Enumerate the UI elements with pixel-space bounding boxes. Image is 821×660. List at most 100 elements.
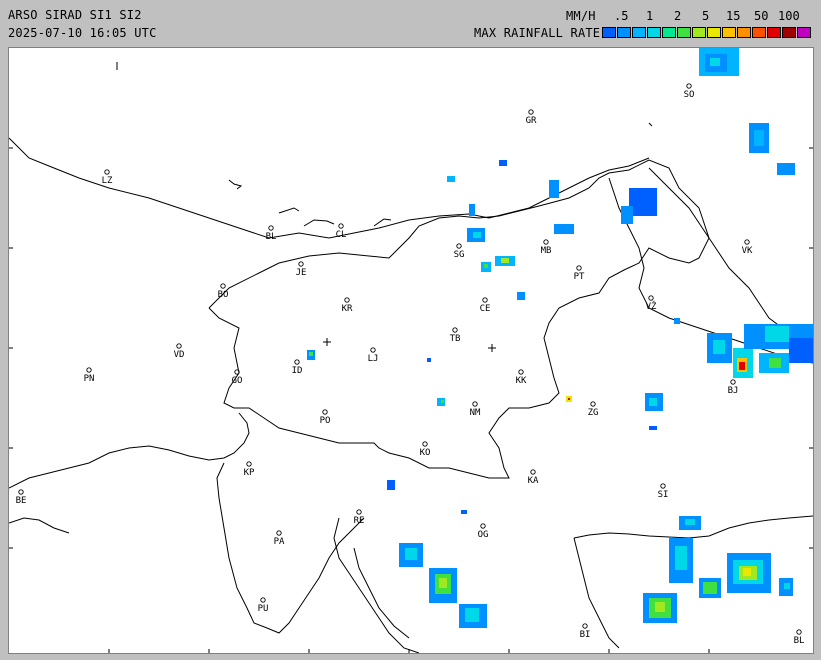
city-code: JE [296,268,307,278]
city-dot [176,343,182,349]
scale-color-box [602,27,616,38]
city-code: VŽ [646,300,657,312]
scale-color-box [767,27,781,38]
scale-label: 100 [778,9,800,23]
city-marker: PN [84,367,95,384]
city-code: KK [516,376,527,386]
scale-color-box [722,27,736,38]
scale-color-box [737,27,751,38]
city-marker: BL [266,225,276,242]
city-marker: PT [574,265,585,282]
scale-label: 5 [702,9,710,23]
city-dot [518,369,524,375]
radar-title: ARSO SIRAD SI1 SI2 [8,8,142,22]
city-dot [456,243,462,249]
city-code: OG [478,530,489,540]
city-marker: KP [244,461,255,478]
city-dot [582,623,588,629]
city-marker: GR [526,109,537,126]
radar-sites [323,338,496,352]
city-code: GO [232,376,243,386]
city-code: BE [16,496,27,506]
city-marker: CE [480,297,491,314]
city-dot [322,409,328,415]
city-dot [260,597,266,603]
city-dot [482,297,488,303]
city-marker: GO [232,369,243,386]
city-code: SO [684,90,695,100]
city-dot [686,83,692,89]
city-code: KO [420,448,431,458]
scale-color-box [617,27,631,38]
city-code: BI [580,630,591,640]
city-code: GR [526,116,537,126]
city-dot [344,297,350,303]
city-marker: JE [296,261,307,278]
legend-title: MAX RAINFALL RATE [474,26,601,40]
city-dot [86,367,92,373]
scale-label: 50 [754,9,769,23]
city-code: CL [336,230,347,240]
city-dot [648,295,654,301]
city-code: CE [480,304,491,314]
city-code: MB [541,246,552,256]
city-code: ZG [588,408,599,418]
city-code: KP [244,468,255,478]
city-marker: OG [478,523,489,540]
city-dot [660,483,666,489]
city-marker: VK [742,239,753,256]
scale-color-box [797,27,811,38]
city-code: PO [320,416,331,426]
city-dot [480,523,486,529]
city-dot [452,327,458,333]
city-marker: KR [342,297,353,314]
city-code: NM [470,408,481,418]
city-marker: VD [174,343,185,360]
city-dot [370,347,376,353]
rainfall-cells [307,48,814,628]
city-marker: BE [16,489,27,506]
scale-color-box [632,27,646,38]
city-code: PA [274,537,285,547]
city-dot [422,441,428,447]
city-marker: RE [354,509,365,526]
city-dot [18,489,24,495]
city-marker: PU [258,597,268,614]
city-code: TB [450,334,461,344]
city-code: SI [658,490,669,500]
scale-color-box [647,27,661,38]
city-marker: CL [336,223,347,240]
radar-timestamp: 2025-07-10 16:05 UTC [8,26,157,40]
city-code: ID [292,366,303,376]
city-marker: BJ [728,379,739,396]
city-dot [356,509,362,515]
city-code: RE [354,516,365,526]
city-marker: ZG [588,401,599,418]
city-code: KA [528,476,539,486]
city-dot [528,109,534,115]
city-marker: BI [580,623,591,640]
city-marker: MB [541,239,552,256]
map-canvas: GR SO LZ BL CL MB SG VK JE PT BO KR CE VŽ TB VD LJ PN ID GO… [8,48,814,654]
scale-color-box [707,27,721,38]
city-marker: PO [320,409,331,426]
city-marker: BO [218,283,228,300]
city-marker: NM [470,401,481,418]
city-marker: SO [684,83,695,100]
city-code: PN [84,374,95,384]
city-dot [472,401,478,407]
city-marker: BL [794,629,805,646]
city-dot [276,530,282,536]
city-dot [268,225,274,231]
city-code: BJ [728,386,739,396]
city-marker: SI [658,483,669,500]
city-dot [298,261,304,267]
city-marker: SG [454,243,465,260]
radar-map: GR SO LZ BL CL MB SG VK JE PT BO KR CE VŽ TB VD LJ PN ID GO… [8,47,814,654]
city-code: SG [454,250,465,260]
city-code: VD [174,350,185,360]
city-code: BL [794,636,805,646]
scale-color-box [782,27,796,38]
city-marker: KA [528,469,539,486]
city-dot [294,359,300,365]
